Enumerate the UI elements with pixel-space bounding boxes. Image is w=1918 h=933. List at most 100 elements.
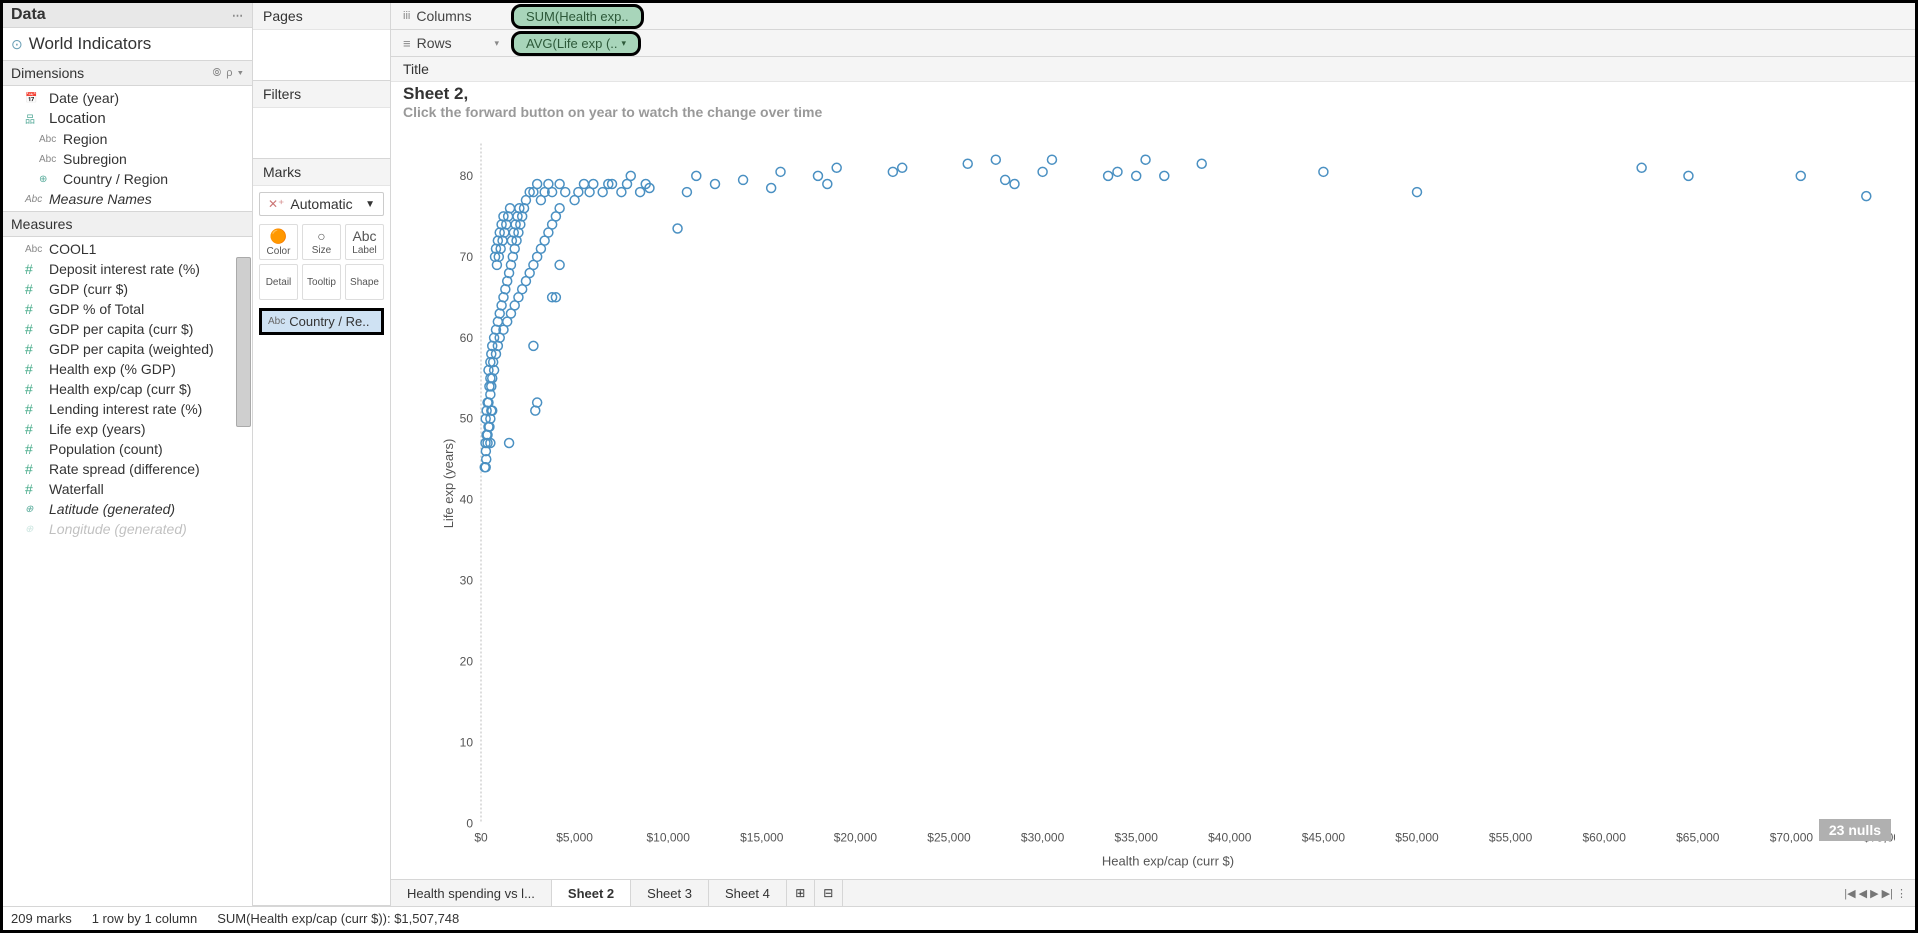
- viz-subtitle: Click the forward button on year to watc…: [391, 104, 1915, 124]
- new-dashboard-button[interactable]: ⊟: [815, 880, 843, 906]
- field-type-icon: ⊕: [39, 174, 57, 185]
- measure-field[interactable]: #Rate spread (difference): [3, 459, 252, 479]
- sheet-tab[interactable]: Sheet 4: [709, 880, 787, 906]
- mark-type-selector[interactable]: ✕⁺ Automatic ▼: [259, 192, 384, 216]
- measure-field[interactable]: #Lending interest rate (%): [3, 399, 252, 419]
- mark-label[interactable]: AbcLabel: [345, 224, 384, 260]
- field-type-icon: 品: [25, 111, 43, 126]
- measures-header: Measures: [3, 211, 252, 237]
- measure-field[interactable]: #GDP (curr $): [3, 279, 252, 299]
- status-detail: SUM(Health exp/cap (curr $)): $1,507,748: [217, 911, 459, 926]
- dimension-field[interactable]: AbcSubregion: [3, 149, 252, 169]
- datasource-name[interactable]: ⊙ World Indicators: [3, 28, 252, 60]
- svg-text:$60,000: $60,000: [1583, 831, 1627, 845]
- sheet-tab[interactable]: Sheet 3: [631, 880, 709, 906]
- scatter-chart: 01020304050607080$0$5,000$10,000$15,000$…: [441, 132, 1895, 875]
- field-type-icon: Abc: [39, 154, 57, 165]
- mark-color[interactable]: 🟠Color: [259, 224, 298, 260]
- measure-field[interactable]: #GDP per capita (weighted): [3, 339, 252, 359]
- dimensions-tools[interactable]: ⦾ ρ ▾: [212, 67, 244, 80]
- dimension-field[interactable]: 品Location: [3, 108, 252, 129]
- measure-field[interactable]: #Health exp (% GDP): [3, 359, 252, 379]
- svg-text:$25,000: $25,000: [927, 831, 971, 845]
- measure-field[interactable]: #Health exp/cap (curr $): [3, 379, 252, 399]
- svg-text:Health exp/cap (curr $): Health exp/cap (curr $): [1102, 854, 1234, 869]
- field-type-icon: #: [25, 481, 43, 497]
- dimension-field[interactable]: AbcRegion: [3, 129, 252, 149]
- field-type-icon: #: [25, 381, 43, 397]
- rows-shelf[interactable]: ≡ Rows ▾ AVG(Life exp (.. ▾: [391, 30, 1915, 57]
- datasource-icon: ⊙: [11, 36, 23, 53]
- rows-pill[interactable]: AVG(Life exp (.. ▾: [511, 31, 641, 56]
- marks-detail-pill[interactable]: Abc Country / Re..: [259, 308, 384, 335]
- svg-text:70: 70: [460, 250, 474, 264]
- measure-field[interactable]: #Population (count): [3, 439, 252, 459]
- dimension-field[interactable]: 📅Date (year): [3, 88, 252, 108]
- filters-shelf[interactable]: [253, 108, 390, 158]
- status-layout: 1 row by 1 column: [92, 911, 198, 926]
- svg-text:$55,000: $55,000: [1489, 831, 1533, 845]
- cards-column: Pages Filters Marks ✕⁺ Automatic ▼ 🟠Colo…: [253, 3, 391, 906]
- sheet-tabs: Health spending vs l...Sheet 2Sheet 3She…: [391, 879, 1915, 906]
- marks-card: Marks ✕⁺ Automatic ▼ 🟠Color○SizeAbcLabel…: [253, 159, 390, 906]
- filters-card: Filters: [253, 81, 390, 159]
- svg-text:$0: $0: [474, 831, 488, 845]
- field-type-icon: #: [25, 261, 43, 277]
- measure-field[interactable]: #GDP per capita (curr $): [3, 319, 252, 339]
- measure-field[interactable]: #GDP % of Total: [3, 299, 252, 319]
- data-menu-icon[interactable]: ⋯: [232, 9, 244, 22]
- viz-title[interactable]: Sheet 2,: [391, 82, 1915, 104]
- svg-text:60: 60: [460, 331, 474, 345]
- data-tab-header[interactable]: Data ⋯: [3, 3, 252, 28]
- rows-dropdown-icon[interactable]: ▾: [494, 38, 499, 49]
- marks-title: Marks: [253, 159, 390, 186]
- field-type-icon: Abc: [25, 244, 43, 255]
- status-marks: 209 marks: [11, 911, 72, 926]
- measure-field[interactable]: #Life exp (years): [3, 419, 252, 439]
- measures-list: AbcCOOL1#Deposit interest rate (%)#GDP (…: [3, 237, 252, 906]
- measure-field[interactable]: ⊕Latitude (generated): [3, 499, 252, 519]
- automatic-icon: ✕⁺: [268, 197, 284, 211]
- mark-size[interactable]: ○Size: [302, 224, 341, 260]
- scrollbar-thumb[interactable]: [236, 257, 251, 427]
- mark-detail[interactable]: Detail: [259, 264, 298, 300]
- new-sheet-button[interactable]: ⊞: [787, 880, 815, 906]
- chevron-down-icon: ▼: [365, 199, 375, 210]
- measure-field[interactable]: ⊕Longitude (generated): [3, 519, 252, 539]
- field-type-icon: #: [25, 341, 43, 357]
- dimension-field[interactable]: ⊕Country / Region: [3, 169, 252, 189]
- data-pane: Data ⋯ ⊙ World Indicators Dimensions ⦾ ρ…: [3, 3, 253, 906]
- columns-pill[interactable]: SUM(Health exp..: [511, 4, 644, 29]
- field-type-icon: ⊕: [25, 504, 43, 515]
- svg-text:$10,000: $10,000: [647, 831, 691, 845]
- nulls-indicator[interactable]: 23 nulls: [1819, 819, 1891, 841]
- svg-text:Life exp (years): Life exp (years): [441, 439, 456, 529]
- measure-field[interactable]: #Deposit interest rate (%): [3, 259, 252, 279]
- sheet-tab[interactable]: Health spending vs l...: [391, 880, 552, 906]
- mark-tooltip[interactable]: Tooltip: [302, 264, 341, 300]
- svg-text:40: 40: [460, 493, 474, 507]
- svg-text:80: 80: [460, 169, 474, 183]
- pages-shelf[interactable]: [253, 30, 390, 80]
- measure-field[interactable]: AbcCOOL1: [3, 239, 252, 259]
- field-type-icon: #: [25, 401, 43, 417]
- svg-text:$20,000: $20,000: [834, 831, 878, 845]
- columns-shelf[interactable]: iii Columns SUM(Health exp..: [391, 3, 1915, 30]
- svg-text:$15,000: $15,000: [740, 831, 784, 845]
- chart-area[interactable]: 01020304050607080$0$5,000$10,000$15,000$…: [391, 124, 1915, 879]
- filters-title: Filters: [253, 81, 390, 108]
- abc-icon: Abc: [268, 316, 285, 327]
- dimension-field[interactable]: AbcMeasure Names: [3, 189, 252, 209]
- mark-shape[interactable]: Shape: [345, 264, 384, 300]
- rows-icon: ≡: [403, 36, 411, 51]
- svg-text:$45,000: $45,000: [1302, 831, 1346, 845]
- columns-icon: iii: [403, 10, 410, 22]
- sheet-tab[interactable]: Sheet 2: [552, 880, 631, 906]
- tab-nav[interactable]: |◀ ◀ ▶ ▶| ⋮: [1836, 880, 1915, 906]
- field-type-icon: #: [25, 321, 43, 337]
- work-area: iii Columns SUM(Health exp.. ≡ Rows ▾ AV…: [391, 3, 1915, 906]
- field-type-icon: ⊕: [25, 524, 43, 535]
- measure-field[interactable]: #Waterfall: [3, 479, 252, 499]
- svg-text:30: 30: [460, 574, 474, 588]
- dimensions-header: Dimensions ⦾ ρ ▾: [3, 60, 252, 86]
